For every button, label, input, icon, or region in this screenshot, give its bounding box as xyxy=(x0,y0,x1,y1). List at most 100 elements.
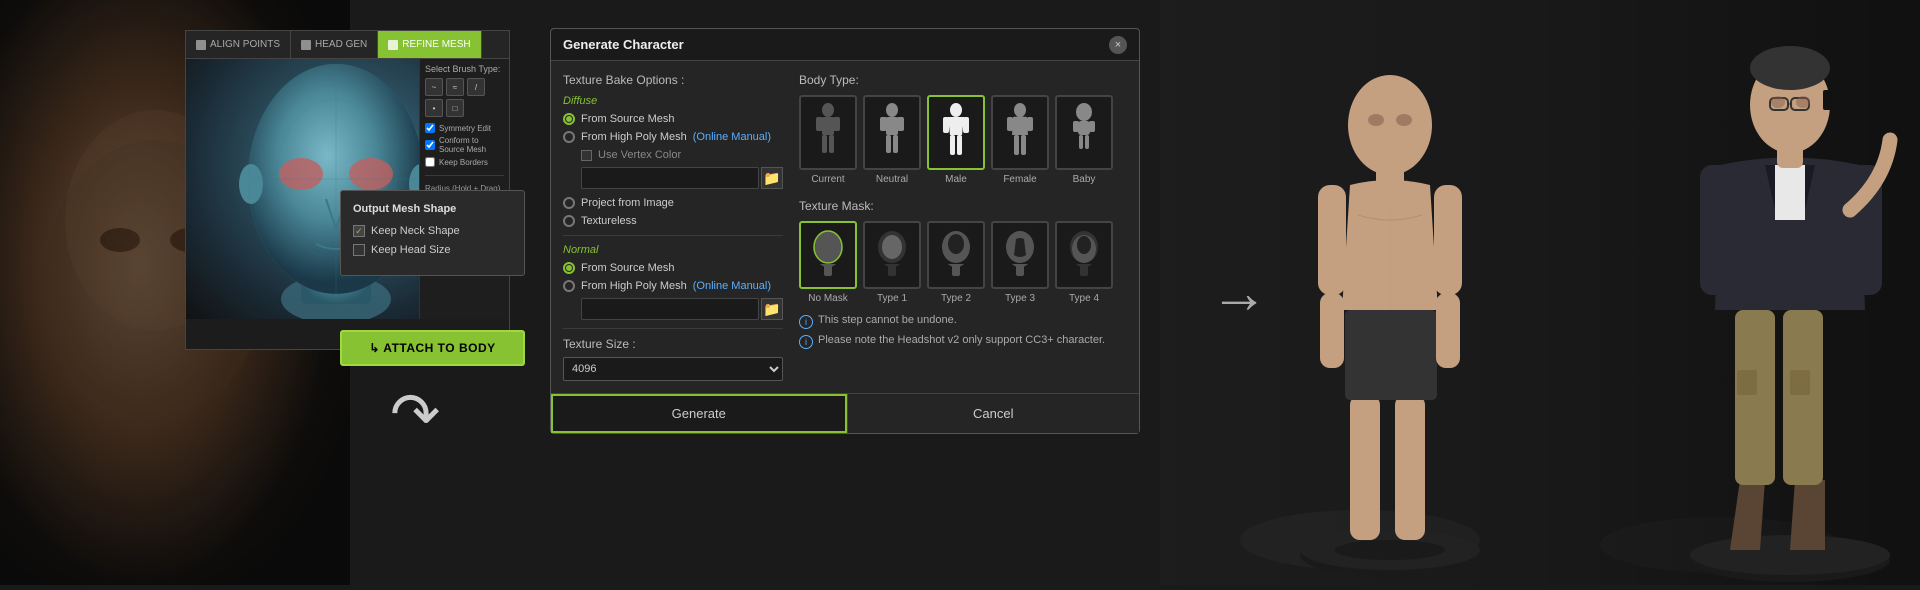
textureless-radio[interactable] xyxy=(563,215,575,227)
right-arrow: → xyxy=(1210,259,1268,326)
body-type-female-thumb xyxy=(991,95,1049,170)
body-type-current-thumb xyxy=(799,95,857,170)
body-type-baby-label: Baby xyxy=(1073,174,1096,185)
align-icon xyxy=(196,40,206,50)
keep-neck-label: Keep Neck Shape xyxy=(371,225,460,237)
keep-neck-checkbox[interactable] xyxy=(353,225,365,237)
body-type-female-label: Female xyxy=(1003,174,1036,185)
headgen-icon xyxy=(301,40,311,50)
keep-borders-label: Keep Borders xyxy=(439,158,488,167)
textureless-label: Textureless xyxy=(581,215,637,227)
normal-file-field[interactable] xyxy=(581,298,759,320)
tab-headgen-label: HEAD GEN xyxy=(315,39,367,50)
diffuse-file-field[interactable] xyxy=(581,167,759,189)
diffuse-high-poly-row: From High Poly Mesh (Online Manual) xyxy=(563,131,783,143)
mask-type2[interactable]: Type 2 xyxy=(927,221,985,304)
normal-file-browse[interactable]: 📁 xyxy=(761,298,783,320)
symmetry-edit-label: Symmetry Edit xyxy=(439,124,491,133)
diffuse-high-poly-link[interactable]: (Online Manual) xyxy=(693,131,771,143)
dialog-right-panel: Body Type: xyxy=(799,73,1127,381)
diffuse-label: Diffuse xyxy=(563,95,783,107)
diffuse-file-browse[interactable]: 📁 xyxy=(761,167,783,189)
brush-slash[interactable]: / xyxy=(467,78,485,96)
brush-select-label: Select Brush Type: xyxy=(425,64,504,74)
normal-file-row: 📁 xyxy=(581,298,783,320)
mask-no-mask-thumb xyxy=(799,221,857,289)
folder-icon: 📁 xyxy=(763,170,780,187)
generate-label: Generate xyxy=(672,406,726,421)
panel-tabs: ALIGN POINTS HEAD GEN REFINE MESH xyxy=(186,31,509,59)
tab-align-label: ALIGN POINTS xyxy=(210,39,280,50)
mask-type1-label: Type 1 xyxy=(877,293,907,304)
body-type-male[interactable]: Male xyxy=(927,95,985,185)
diffuse-source-mesh-radio[interactable] xyxy=(563,113,575,125)
generate-button[interactable]: Generate xyxy=(551,394,847,433)
output-popup-title: Output Mesh Shape xyxy=(353,203,512,215)
use-vertex-color-label: Use Vertex Color xyxy=(598,149,681,161)
normal-source-mesh-row: From Source Mesh xyxy=(563,262,783,274)
body-type-current-label: Current xyxy=(811,174,844,185)
texture-size-select[interactable]: 512 1024 2048 4096 8192 xyxy=(563,357,783,381)
dialog-close-button[interactable]: × xyxy=(1109,36,1127,54)
mask-no-mask[interactable]: No Mask xyxy=(799,221,857,304)
symmetry-edit-row: Symmetry Edit xyxy=(425,123,504,133)
body-type-neutral-label: Neutral xyxy=(876,174,908,185)
conform-checkbox[interactable] xyxy=(425,140,435,150)
brush-clone[interactable]: • xyxy=(425,99,443,117)
body-type-male-thumb xyxy=(927,95,985,170)
mask-no-mask-label: No Mask xyxy=(808,293,847,304)
normal-source-mesh-radio[interactable] xyxy=(563,262,575,274)
close-icon: × xyxy=(1115,39,1121,51)
info-text-2: Please note the Headshot v2 only support… xyxy=(818,334,1105,346)
info-row-2: i Please note the Headshot v2 only suppo… xyxy=(799,334,1127,349)
project-from-image-radio[interactable] xyxy=(563,197,575,209)
keep-head-checkbox[interactable] xyxy=(353,244,365,256)
texture-mask-label: Texture Mask: xyxy=(799,199,1127,213)
brush-smooth[interactable]: ≈ xyxy=(446,78,464,96)
tab-head-gen[interactable]: HEAD GEN xyxy=(291,31,378,58)
normal-label: Normal xyxy=(563,244,783,256)
body-type-baby[interactable]: Baby xyxy=(1055,95,1113,185)
mask-type2-label: Type 2 xyxy=(941,293,971,304)
body-type-current[interactable]: Current xyxy=(799,95,857,185)
tab-refine-mesh[interactable]: REFINE MESH xyxy=(378,31,481,58)
texture-bake-label: Texture Bake Options : xyxy=(563,73,783,87)
info-row-1: i This step cannot be undone. xyxy=(799,314,1127,329)
body-type-baby-thumb xyxy=(1055,95,1113,170)
keep-head-label: Keep Head Size xyxy=(371,244,451,256)
info-icon-1: i xyxy=(799,315,813,329)
mask-type1[interactable]: Type 1 xyxy=(863,221,921,304)
body-type-female[interactable]: Female xyxy=(991,95,1049,185)
mask-type4[interactable]: Type 4 xyxy=(1055,221,1113,304)
mask-type3-label: Type 3 xyxy=(1005,293,1035,304)
brush-project[interactable]: □ xyxy=(446,99,464,117)
diffuse-source-mesh-row: From Source Mesh xyxy=(563,113,783,125)
mask-type4-thumb xyxy=(1055,221,1113,289)
cancel-button[interactable]: Cancel xyxy=(847,394,1140,433)
info-text-1: This step cannot be undone. xyxy=(818,314,957,326)
generate-character-dialog: Generate Character × Texture Bake Option… xyxy=(550,28,1140,434)
use-vertex-color-checkbox[interactable] xyxy=(581,150,592,161)
folder-icon-2: 📁 xyxy=(763,301,780,318)
symmetry-edit-checkbox[interactable] xyxy=(425,123,435,133)
body-type-neutral[interactable]: Neutral xyxy=(863,95,921,185)
normal-high-poly-radio[interactable] xyxy=(563,280,575,292)
use-vertex-color-row: Use Vertex Color xyxy=(563,149,783,161)
texture-size-label: Texture Size : xyxy=(563,337,636,351)
diffuse-source-mesh-label: From Source Mesh xyxy=(581,113,675,125)
dialog-footer: Generate Cancel xyxy=(551,393,1139,433)
brush-wave[interactable]: ~ xyxy=(425,78,443,96)
textureless-row: Textureless xyxy=(563,215,783,227)
normal-high-poly-link[interactable]: (Online Manual) xyxy=(693,280,771,292)
project-from-image-label: Project from Image xyxy=(581,197,674,209)
diffuse-high-poly-radio[interactable] xyxy=(563,131,575,143)
clothed-character-model xyxy=(1675,10,1905,585)
curved-arrow: ↷ xyxy=(390,380,440,450)
tab-align-points[interactable]: ALIGN POINTS xyxy=(186,31,291,58)
keep-borders-checkbox[interactable] xyxy=(425,157,435,167)
project-from-image-row: Project from Image xyxy=(563,197,783,209)
mask-type3[interactable]: Type 3 xyxy=(991,221,1049,304)
mask-type4-label: Type 4 xyxy=(1069,293,1099,304)
diffuse-high-poly-label: From High Poly Mesh xyxy=(581,131,687,143)
attach-to-body-button[interactable]: ↳ ATTACH TO BODY xyxy=(340,330,525,366)
